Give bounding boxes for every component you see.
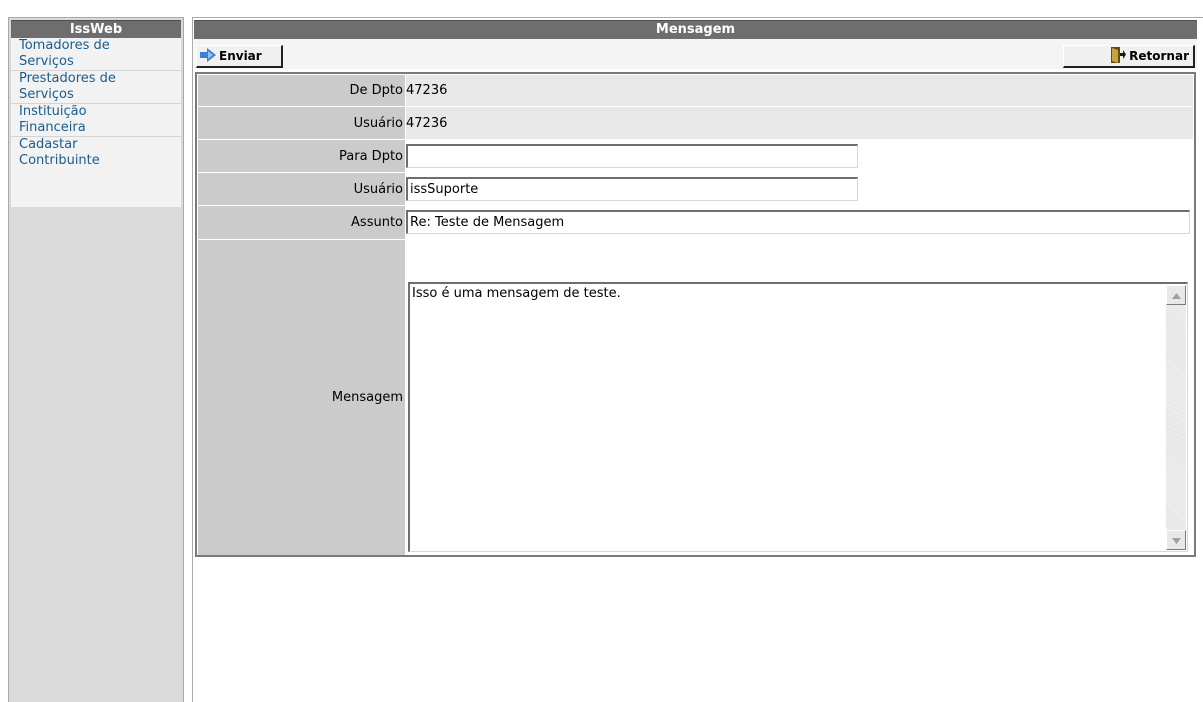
usuario-from-label: Usuário xyxy=(198,107,405,139)
row-usuario-to: Usuário xyxy=(198,173,1193,205)
de-dpto-value: 47236 xyxy=(406,83,448,98)
sidebar-item-label: Prestadores de xyxy=(19,71,116,86)
para-dpto-input[interactable] xyxy=(406,144,858,168)
message-form: De Dpto 47236 Usuário 47236 Para Dpto Us… xyxy=(195,72,1196,557)
page-title: Mensagem xyxy=(194,20,1197,39)
de-dpto-value-cell: 47236 xyxy=(406,75,1193,106)
back-button-label: Retornar xyxy=(1129,49,1189,63)
message-scrollbar[interactable] xyxy=(1166,285,1186,550)
scroll-down-button[interactable] xyxy=(1166,530,1186,550)
send-button[interactable]: Enviar xyxy=(196,45,283,68)
para-dpto-label: Para Dpto xyxy=(198,140,405,172)
usuario-to-input[interactable] xyxy=(406,177,858,201)
back-button[interactable]: Retornar xyxy=(1063,45,1195,68)
sidebar-item-prestadores[interactable]: Prestadores de Serviços xyxy=(11,71,181,104)
main-panel: Mensagem Enviar Retornar De Dpto 47236 U… xyxy=(192,17,1203,702)
triangle-up-icon xyxy=(1171,288,1181,303)
assunto-label: Assunto xyxy=(198,206,405,239)
sidebar-item-label: Tomadores de xyxy=(19,38,110,53)
sidebar-item-tomadores[interactable]: Tomadores de Serviços xyxy=(11,38,181,71)
sidebar-item-instituicao[interactable]: Instituição Financeira xyxy=(11,104,181,137)
triangle-down-icon xyxy=(1171,533,1181,548)
toolbar: Enviar Retornar xyxy=(194,39,1197,69)
scroll-up-button[interactable] xyxy=(1166,285,1186,305)
usuario-to-label: Usuário xyxy=(198,173,405,205)
sidebar-item-label: Serviços xyxy=(19,87,74,102)
row-para-dpto: Para Dpto xyxy=(198,140,1193,172)
sidebar-item-label: Serviços xyxy=(19,54,74,69)
arrow-right-icon xyxy=(199,47,219,66)
row-de-dpto: De Dpto 47236 xyxy=(198,75,1193,106)
sidebar-item-cadastrar[interactable]: Cadastar Contribuinte xyxy=(11,137,181,207)
row-usuario-from: Usuário 47236 xyxy=(198,107,1193,139)
sidebar-title: IssWeb xyxy=(11,20,181,39)
sidebar-item-label: Cadastar xyxy=(19,137,78,152)
sidebar: IssWeb Tomadores de Serviços Prestadores… xyxy=(8,17,184,702)
message-textarea[interactable]: Isso é uma mensagem de teste. xyxy=(408,282,1188,552)
mensagem-label: Mensagem xyxy=(198,240,405,555)
message-text: Isso é uma mensagem de teste. xyxy=(412,286,621,301)
send-button-label: Enviar xyxy=(219,49,262,63)
para-dpto-value-cell xyxy=(406,140,1193,172)
usuario-from-value: 47236 xyxy=(406,115,448,131)
de-dpto-label: De Dpto xyxy=(198,75,405,106)
door-exit-icon xyxy=(1109,46,1129,67)
sidebar-item-label: Instituição xyxy=(19,104,87,119)
sidebar-item-label: Financeira xyxy=(19,120,86,135)
usuario-to-value-cell xyxy=(406,173,1193,205)
usuario-from-value-cell: 47236 xyxy=(406,107,1193,139)
assunto-value-cell xyxy=(406,206,1193,239)
assunto-input[interactable] xyxy=(406,210,1190,234)
sidebar-item-label: Contribuinte xyxy=(19,153,100,168)
row-assunto: Assunto xyxy=(198,206,1193,239)
